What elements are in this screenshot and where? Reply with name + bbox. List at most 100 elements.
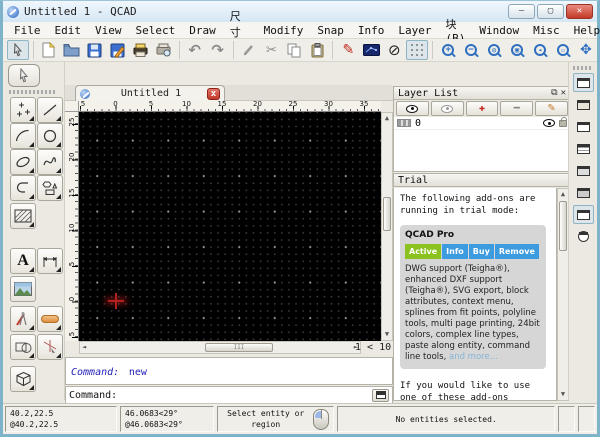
- zoom-selection-button[interactable]: ▣: [506, 40, 528, 60]
- blueprint-screen-button[interactable]: [360, 40, 382, 60]
- dimension-tool-button[interactable]: [37, 248, 63, 274]
- scroll-down-arrow[interactable]: ▼: [558, 389, 568, 400]
- menu-view[interactable]: View: [88, 23, 129, 38]
- clock-panel-toggle[interactable]: [573, 227, 594, 246]
- menu-select[interactable]: Select: [129, 23, 183, 38]
- zoom-in-button[interactable]: +: [437, 40, 459, 60]
- vertical-scroll-thumb[interactable]: [383, 197, 391, 231]
- scissors-icon: ✂: [266, 42, 277, 58]
- menu-file[interactable]: File: [7, 23, 48, 38]
- auto-zoom-button[interactable]: ◎: [483, 40, 505, 60]
- tab-buy[interactable]: Buy: [468, 244, 494, 259]
- measure-tool-button[interactable]: [10, 334, 36, 360]
- drawing-canvas[interactable]: [79, 112, 381, 341]
- and-more-link[interactable]: and more...: [449, 352, 498, 362]
- print-preview-button[interactable]: [153, 40, 175, 60]
- panel-close-button[interactable]: ✕: [561, 88, 566, 98]
- style-tool-button[interactable]: [37, 306, 63, 332]
- pencil-button[interactable]: [238, 40, 260, 60]
- paste-button[interactable]: [306, 40, 328, 60]
- layer-row[interactable]: 0: [394, 116, 570, 130]
- menu-draw[interactable]: Draw: [182, 23, 223, 38]
- hide-all-layers-button[interactable]: [430, 101, 464, 116]
- maximize-button[interactable]: ▢: [537, 4, 564, 19]
- polyline-tool-button[interactable]: [10, 175, 36, 201]
- zoom-window-button[interactable]: ▭: [552, 40, 574, 60]
- edit-layer-button[interactable]: ✎: [535, 101, 568, 116]
- layer-list-titlebar[interactable]: Layer List ⧉ ✕: [393, 86, 571, 100]
- line-tool-button[interactable]: [37, 97, 63, 123]
- document-tab[interactable]: Untitled 1 x: [75, 85, 225, 101]
- minimize-button[interactable]: —: [508, 4, 535, 19]
- pan-button[interactable]: ✥: [575, 40, 597, 60]
- menu-help[interactable]: Help: [567, 23, 600, 38]
- canvas-horizontal-scrollbar[interactable]: ◄ III ►: [79, 341, 361, 354]
- tab-close-button[interactable]: x: [207, 87, 220, 100]
- menu-edit[interactable]: Edit: [48, 23, 89, 38]
- undo-button[interactable]: ↶: [184, 40, 206, 60]
- filter-panel-toggle[interactable]: [573, 161, 594, 180]
- grid-toggle-button[interactable]: [406, 40, 429, 60]
- close-button[interactable]: ✕: [566, 4, 593, 19]
- list-panel-toggle[interactable]: [573, 139, 594, 158]
- copy-button[interactable]: [283, 40, 305, 60]
- command-panel-toggle[interactable]: [572, 205, 594, 224]
- zoom-out-button[interactable]: −: [460, 40, 482, 60]
- cut-button[interactable]: ✂: [261, 40, 283, 60]
- text-tool-button[interactable]: A: [10, 248, 36, 274]
- circle-tool-button[interactable]: [37, 123, 63, 149]
- image-tool-button[interactable]: [10, 276, 36, 302]
- draw-pen-button[interactable]: ✎: [337, 40, 359, 60]
- menu-info[interactable]: Info: [351, 23, 392, 38]
- save-as-button[interactable]: [107, 40, 129, 60]
- scroll-up-arrow[interactable]: ▲: [382, 113, 392, 124]
- redo-button[interactable]: ↷: [207, 40, 229, 60]
- remove-layer-button[interactable]: ━: [500, 101, 534, 116]
- pen-panel-toggle[interactable]: [572, 73, 594, 92]
- tab-active[interactable]: Active: [405, 244, 442, 259]
- menu-snap[interactable]: Snap: [310, 23, 351, 38]
- block-panel-toggle[interactable]: [573, 95, 594, 114]
- hatch-tool-button[interactable]: [10, 203, 36, 229]
- layer-visibility-eye-icon[interactable]: [543, 119, 555, 127]
- panel-float-button[interactable]: ⧉: [551, 88, 557, 98]
- previous-view-button[interactable]: ◂: [529, 40, 551, 60]
- snap-tool-button[interactable]: [37, 334, 63, 360]
- print-button[interactable]: [130, 40, 152, 60]
- scroll-up-arrow[interactable]: ▲: [558, 189, 568, 200]
- open-file-button[interactable]: [61, 40, 83, 60]
- trial-scroll-thumb[interactable]: [559, 201, 567, 251]
- horizontal-scroll-thumb[interactable]: III: [205, 343, 273, 352]
- window-panel-toggle[interactable]: [573, 117, 594, 136]
- menu-window[interactable]: Window: [472, 23, 526, 38]
- no-fill-button[interactable]: ⊘: [383, 40, 405, 60]
- canvas-vertical-scrollbar[interactable]: ▲ ▼: [381, 112, 393, 341]
- modify-tool-button[interactable]: [10, 306, 36, 332]
- points-tool-button[interactable]: [10, 97, 36, 123]
- scroll-left-arrow[interactable]: ◄: [82, 342, 86, 353]
- selection-tool-button[interactable]: [8, 64, 40, 87]
- save-button[interactable]: [84, 40, 106, 60]
- dock-drag-handle[interactable]: [573, 66, 593, 70]
- palette-drag-handle[interactable]: [9, 90, 57, 94]
- show-all-layers-button[interactable]: [396, 101, 429, 116]
- layer-lock-icon[interactable]: [559, 116, 567, 127]
- menu-modify[interactable]: Modify: [257, 23, 311, 38]
- library-panel-toggle[interactable]: [573, 183, 594, 202]
- command-input[interactable]: [117, 389, 372, 401]
- tab-info[interactable]: Info: [442, 244, 468, 259]
- scroll-down-arrow[interactable]: ▼: [382, 329, 392, 340]
- tab-remove[interactable]: Remove: [494, 244, 539, 259]
- add-layer-button[interactable]: ✚: [465, 101, 499, 116]
- new-file-button[interactable]: [38, 40, 60, 60]
- menu-layer[interactable]: Layer: [391, 23, 438, 38]
- ellipse-tool-button[interactable]: [10, 149, 36, 175]
- selection-pointer-button[interactable]: [7, 40, 29, 60]
- shapes-tool-button[interactable]: [37, 175, 63, 201]
- viewport-3d-tool-button[interactable]: [10, 366, 36, 392]
- command-options-button[interactable]: [372, 388, 389, 402]
- menu-misc[interactable]: Misc: [526, 23, 567, 38]
- spline-tool-button[interactable]: [37, 149, 63, 175]
- arc-tool-button[interactable]: [10, 123, 36, 149]
- trial-titlebar[interactable]: Trial: [393, 173, 571, 187]
